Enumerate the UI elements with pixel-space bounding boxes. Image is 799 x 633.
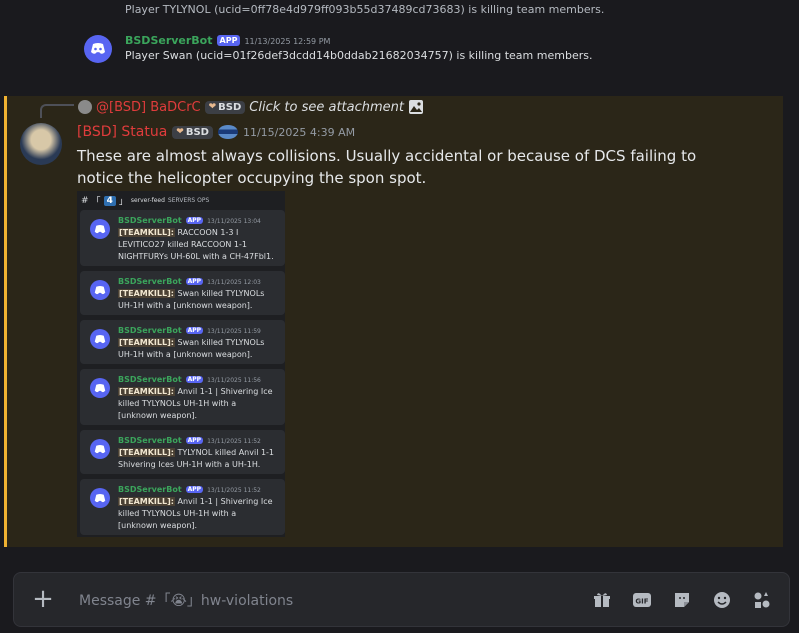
message-input[interactable] bbox=[77, 589, 561, 613]
guild-tag: ❤ BSD bbox=[172, 125, 213, 139]
reply-connector bbox=[40, 104, 74, 118]
message-header: [BSD] Statua ❤ BSD 11/15/2025 4:39 AM bbox=[77, 124, 355, 140]
gif-icon[interactable]: GIF bbox=[632, 590, 652, 610]
channel-name: server-feed bbox=[130, 197, 165, 204]
bot-avatar bbox=[90, 378, 110, 398]
discord-icon bbox=[94, 285, 106, 294]
bot-avatar bbox=[90, 280, 110, 300]
timestamp: 13/11/2025 11:52 bbox=[207, 487, 261, 494]
card-header: BSDServerBot APP 13/11/2025 13:04 bbox=[118, 216, 261, 225]
image-icon bbox=[409, 100, 424, 114]
bot-avatar bbox=[90, 488, 110, 508]
add-attachment-button[interactable]: + bbox=[32, 586, 54, 612]
bot-username: BSDServerBot bbox=[118, 436, 182, 445]
bot-avatar[interactable] bbox=[84, 35, 112, 63]
card-header: BSDServerBot APP 13/11/2025 11:52 bbox=[118, 485, 261, 494]
discord-icon bbox=[94, 224, 106, 233]
card-header: BSDServerBot APP 13/11/2025 11:59 bbox=[118, 326, 261, 335]
timestamp: 13/11/2025 11:52 bbox=[207, 438, 261, 445]
app-badge: APP bbox=[185, 217, 204, 224]
bot-username[interactable]: BSDServerBot bbox=[125, 34, 213, 47]
card-header: BSDServerBot APP 13/11/2025 12:03 bbox=[118, 277, 261, 286]
message-header: BSDServerBot APP 11/13/2025 12:59 PM bbox=[125, 34, 330, 47]
role-icon bbox=[217, 125, 238, 139]
guild-tag-label: BSD bbox=[218, 101, 242, 113]
message-text: These are almost always collisions. Usua… bbox=[77, 147, 697, 187]
embed-card: BSDServerBot APP 13/11/2025 11:52 [TEAMKILL… bbox=[80, 479, 285, 535]
avatar[interactable] bbox=[20, 123, 62, 165]
guild-tag: ❤ BSD bbox=[204, 100, 246, 114]
card-text: [TEAMKILL]: TYLYNOL killed Anvil 1-1 Shi… bbox=[118, 447, 278, 471]
channel-category: SERVERS OPS bbox=[167, 197, 210, 204]
card-text: [TEAMKILL]: Anvil 1-1 | Shivering Ice ki… bbox=[118, 386, 278, 422]
teamkill-tag: [TEAMKILL]: bbox=[118, 497, 175, 506]
embed-card: BSDServerBot APP 13/11/2025 11:59 [TEAMKILL… bbox=[80, 320, 285, 364]
timestamp: 13/11/2025 11:56 bbox=[207, 377, 261, 384]
card-text: [TEAMKILL]: Anvil 1-1 | Shivering Ice ki… bbox=[118, 496, 278, 532]
bot-avatar bbox=[90, 439, 110, 459]
card-header: BSDServerBot APP 13/11/2025 11:52 bbox=[118, 436, 261, 445]
earlier-messages: Player TYLYNOL (ucid=0ff78e4d979ff093b55… bbox=[0, 0, 799, 88]
teamkill-tag: [TEAMKILL]: bbox=[118, 289, 175, 298]
app-badge: APP bbox=[185, 437, 204, 444]
timestamp: 13/11/2025 13:04 bbox=[207, 218, 261, 225]
bot-username: BSDServerBot bbox=[118, 277, 182, 286]
app-badge: APP bbox=[185, 376, 204, 383]
hash-icon: # bbox=[81, 195, 89, 206]
timestamp: 13/11/2025 12:03 bbox=[207, 279, 261, 286]
bot-avatar bbox=[90, 219, 110, 239]
discord-icon bbox=[94, 334, 106, 343]
bot-username: BSDServerBot bbox=[118, 216, 182, 225]
bot-username: BSDServerBot bbox=[118, 375, 182, 384]
heart-icon: ❤ bbox=[208, 102, 217, 112]
bot-username: BSDServerBot bbox=[118, 326, 182, 335]
teamkill-tag: [TEAMKILL]: bbox=[118, 387, 175, 396]
bot-avatar bbox=[90, 329, 110, 349]
embed-card: BSDServerBot APP 13/11/2025 13:04 [TEAMKILL… bbox=[80, 210, 285, 266]
embed-card: BSDServerBot APP 13/11/2025 11:52 [TEAMKILL… bbox=[80, 430, 285, 474]
emoji-icon[interactable] bbox=[712, 590, 732, 610]
card-text: [TEAMKILL]: Swan killed TYLYNOLs UH-1H w… bbox=[118, 288, 278, 312]
discord-icon bbox=[94, 493, 106, 502]
image-attachment[interactable]: # 「4」 server-feed SERVERS OPS BSDServerB… bbox=[77, 191, 285, 537]
app-badge: APP bbox=[216, 35, 241, 46]
teamkill-tag: [TEAMKILL]: bbox=[118, 228, 175, 237]
svg-text:GIF: GIF bbox=[635, 598, 648, 606]
card-text: [TEAMKILL]: Swan killed TYLYNOLs UH-1H w… bbox=[118, 337, 278, 361]
app-badge: APP bbox=[185, 327, 204, 334]
bot-username: BSDServerBot bbox=[118, 485, 182, 494]
app-badge: APP bbox=[185, 278, 204, 285]
embed-card: BSDServerBot APP 13/11/2025 12:03 [TEAMKILL… bbox=[80, 271, 285, 315]
channel-header: # 「4」 server-feed SERVERS OPS bbox=[81, 195, 210, 207]
message-text: Player TYLYNOL (ucid=0ff78e4d979ff093b55… bbox=[125, 3, 605, 16]
heart-icon: ❤ bbox=[176, 127, 184, 137]
message-composer: + GIF bbox=[13, 572, 790, 627]
timestamp: 11/15/2025 4:39 AM bbox=[242, 125, 356, 139]
timestamp: 13/11/2025 11:59 bbox=[207, 328, 261, 335]
message-text: Player Swan (ucid=01f26def3dcdd14b0ddab2… bbox=[125, 49, 593, 62]
teamkill-tag: [TEAMKILL]: bbox=[118, 338, 175, 347]
username[interactable]: [BSD] Statua bbox=[77, 124, 167, 140]
app-badge: APP bbox=[185, 486, 204, 493]
gift-icon[interactable] bbox=[592, 590, 612, 610]
reply-username[interactable]: @[BSD] BaDCrC bbox=[96, 100, 201, 115]
apps-icon[interactable] bbox=[752, 590, 772, 610]
teamkill-tag: [TEAMKILL]: bbox=[118, 448, 175, 457]
timestamp: 11/13/2025 12:59 PM bbox=[244, 37, 331, 46]
reply-avatar bbox=[78, 100, 92, 114]
discord-icon bbox=[94, 383, 106, 392]
embed-card: BSDServerBot APP 13/11/2025 11:56 [TEAMKILL… bbox=[80, 369, 285, 425]
guild-tag-label: BSD bbox=[185, 126, 209, 138]
discord-icon bbox=[94, 444, 106, 453]
reply-preview[interactable]: @[BSD] BaDCrC ❤ BSD Click to see attachme… bbox=[78, 99, 424, 115]
sticker-icon[interactable] bbox=[672, 590, 692, 610]
card-text: [TEAMKILL]: RACCOON 1-3 I LEVITICO27 kil… bbox=[118, 227, 278, 263]
card-header: BSDServerBot APP 13/11/2025 11:56 bbox=[118, 375, 261, 384]
channel-number: 4 bbox=[103, 195, 116, 206]
reply-text[interactable]: Click to see attachment bbox=[249, 100, 404, 115]
discord-icon bbox=[91, 43, 105, 54]
